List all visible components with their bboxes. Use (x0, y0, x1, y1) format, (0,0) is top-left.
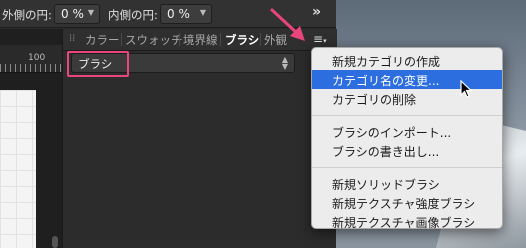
tab-swatches[interactable]: スウォッチ (125, 32, 183, 48)
menu-item-new-texture-intensity-brush[interactable]: 新規テクスチャ強度ブラシ (312, 193, 502, 212)
outer-radius-label: 外側の円: (2, 8, 52, 22)
annotation-arrow-icon (270, 8, 305, 41)
drag-grip-icon[interactable]: ⁞⁞ (69, 33, 75, 44)
menu-item-new-texture-image-brush[interactable]: 新規テクスチャ画像ブラシ (312, 212, 502, 231)
updown-arrows-icon: ▲ ▼ (281, 55, 288, 71)
menu-item-new-category[interactable]: 新規カテゴリの作成 (312, 51, 502, 70)
ruler-mark: 100 (28, 53, 46, 63)
tab-stroke[interactable]: 境界線 (183, 32, 218, 48)
horizontal-ruler: 100 (0, 45, 62, 73)
tab-brushes[interactable]: ブラシ (225, 32, 259, 48)
tab-divider (260, 33, 261, 46)
panel-popup-menu: 新規カテゴリの作成 カテゴリ名の変更... カテゴリの削除 ブラシのインポート.… (311, 47, 503, 231)
mouse-cursor-icon (460, 80, 473, 98)
panel-menu-icon[interactable]: ≡▾ (313, 32, 327, 46)
menu-item-export-brushes[interactable]: ブラシの書き出し... (312, 141, 502, 160)
document-canvas[interactable] (0, 90, 36, 248)
inner-radius-label: 内側の円: (108, 8, 158, 22)
inner-radius-field[interactable]: 0 % ▼ (160, 4, 212, 24)
menu-separator (312, 115, 502, 116)
scrollbar-thumb[interactable] (52, 236, 58, 248)
menu-item-import-brushes[interactable]: ブラシのインポート... (312, 122, 502, 141)
tab-divider (179, 33, 180, 46)
ruler-ticks (0, 64, 62, 72)
chevron-down-icon: ▼ (199, 8, 206, 17)
menu-separator (312, 167, 502, 168)
outer-radius-value: 0 % (61, 7, 84, 21)
tab-color[interactable]: カラー (85, 32, 120, 48)
tab-divider (121, 33, 122, 46)
outer-radius-field[interactable]: 0 % ▼ (54, 4, 100, 24)
double-chevron-right-icon[interactable]: » (312, 4, 326, 22)
tab-divider (220, 33, 221, 46)
inner-radius-value: 0 % (167, 7, 190, 21)
menu-item-new-solid-brush[interactable]: 新規ソリッドブラシ (312, 174, 502, 193)
annotation-highlight-box (67, 51, 129, 77)
chevron-down-icon: ▼ (87, 8, 94, 17)
